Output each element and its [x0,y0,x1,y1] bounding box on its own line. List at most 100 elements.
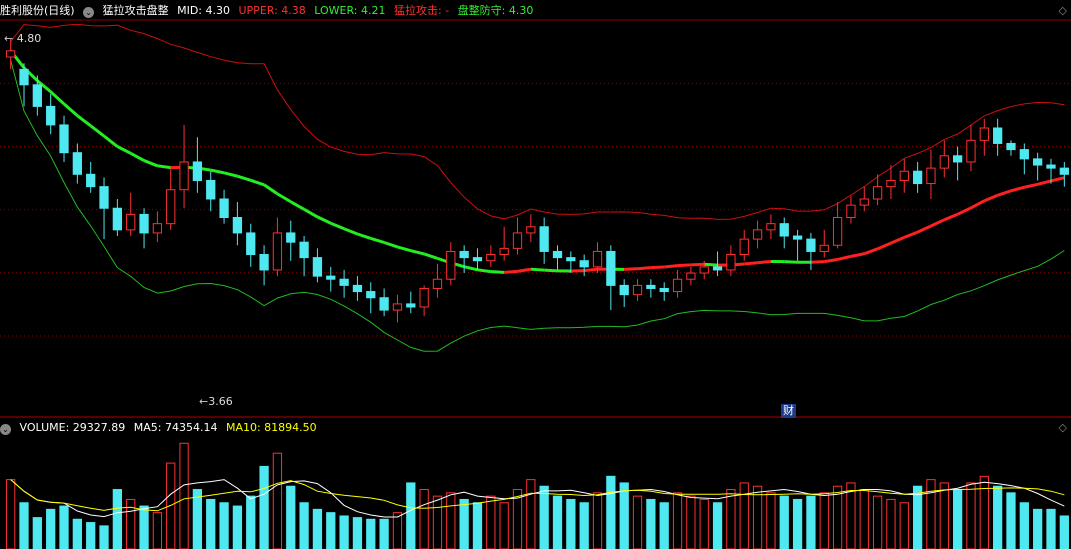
candle-body [472,257,483,262]
mid-band-segment [490,270,505,274]
indicator-name[interactable]: 猛拉攻击盘整 [103,4,169,17]
volume-bar [6,479,16,549]
mid-band-segment [423,252,438,260]
stock-title: 胜利股份(日线) [0,4,75,17]
volume-bar [886,498,896,549]
defend-value: 盘整防守: 4.30 [457,4,534,17]
mid-band-segment [664,264,678,269]
attack-value: 猛拉攻击: - [394,4,450,17]
mid-band-segment [477,268,492,274]
finance-event-badge[interactable]: 财 [781,404,796,418]
volume-bar [552,495,563,549]
mid-band-segment [930,218,945,228]
mid-band-segment [330,221,345,231]
volume-bar [712,502,723,549]
candle-body [486,254,496,262]
volume-bar [766,492,776,549]
kline-chart[interactable] [0,0,1071,549]
candle-body [872,186,883,200]
mid-band-segment [983,193,999,203]
candle-body [1046,164,1056,169]
mid-band-segment [650,265,665,270]
candle-body [952,155,963,163]
candle-body [1033,158,1043,166]
candle-body [699,266,709,274]
candle-body [32,84,42,107]
volume-bar [699,498,709,549]
volume-bar [419,489,429,549]
mid-band-segment [116,145,132,155]
volume-settings-icon[interactable]: ⌄ [0,424,11,435]
volume-bar [206,498,216,549]
volume-bar [192,489,203,549]
mid-band-segment [544,268,558,273]
mid-band-segment [63,102,79,117]
volume-bar [646,498,656,549]
mid-band-segment [863,247,879,256]
candle-body [192,161,203,181]
candle-body [179,161,189,191]
candle-body [86,173,96,188]
mid-band-segment [290,200,305,211]
volume-ma10: MA10: 81894.50 [225,421,317,434]
volume-diamond-icon[interactable]: ◇ [1059,421,1067,434]
mid-band-segment [356,232,372,240]
candle-body [566,257,576,262]
mid-band-segment [89,124,105,138]
candle-body [993,127,1003,144]
candle-body [739,238,749,256]
mid-band-segment [530,267,545,272]
candle-body [139,213,149,234]
lower-value: LOWER: 4.21 [314,4,386,17]
diamond-icon[interactable]: ◇ [1059,4,1067,17]
mid-band-segment [316,215,332,225]
volume-bar [832,485,843,549]
candle-body [619,284,629,296]
candle-body [592,250,603,268]
volume-bar [352,517,363,549]
candle-body [712,266,723,271]
settings-icon[interactable]: ⌄ [83,7,95,18]
mid-band-segment [343,227,358,236]
volume-header: ⌄ VOLUME: 29327.89 MA5: 74354.14 MA10: 8… [0,419,322,437]
volume-bar [472,502,483,549]
candle-body [392,303,403,311]
mid-band-segment [624,267,638,271]
candle-body [672,278,683,293]
candle-body [272,232,283,271]
high-price-value: 4.80 [16,32,42,45]
candle-body [579,260,589,268]
low-price-mark: ←3.66 [199,395,233,408]
mid-band-segment [463,265,478,272]
volume-bar [72,518,82,549]
mid-band-segment [129,151,145,162]
mid-band-segment [303,208,319,219]
volume-bar [859,489,869,549]
mid-band-segment [810,260,825,264]
candle-body [46,105,56,126]
candle-body [206,179,216,200]
volume-bar [379,518,389,549]
mid-band-segment [757,259,772,265]
volume-bar [272,452,283,549]
mid-band-segment [784,260,798,264]
volume-bar [259,465,269,549]
volume-bar [539,485,549,549]
mid-band-segment [677,263,691,268]
volume-bar [459,498,469,549]
mid-band-segment [690,262,705,267]
candle-body [646,284,656,289]
candle-body [1006,142,1016,151]
candle-body [126,213,136,231]
volume-bar [846,482,856,549]
volume-bar [1033,508,1043,549]
candle-body [6,50,16,58]
volume-bar [739,482,749,549]
candle-body [246,232,256,256]
volume-bar [32,517,42,549]
candle-body [219,198,229,218]
candle-body [859,198,869,206]
volume-bar [406,482,416,549]
volume-bar [112,489,123,549]
candle-body [726,254,736,271]
